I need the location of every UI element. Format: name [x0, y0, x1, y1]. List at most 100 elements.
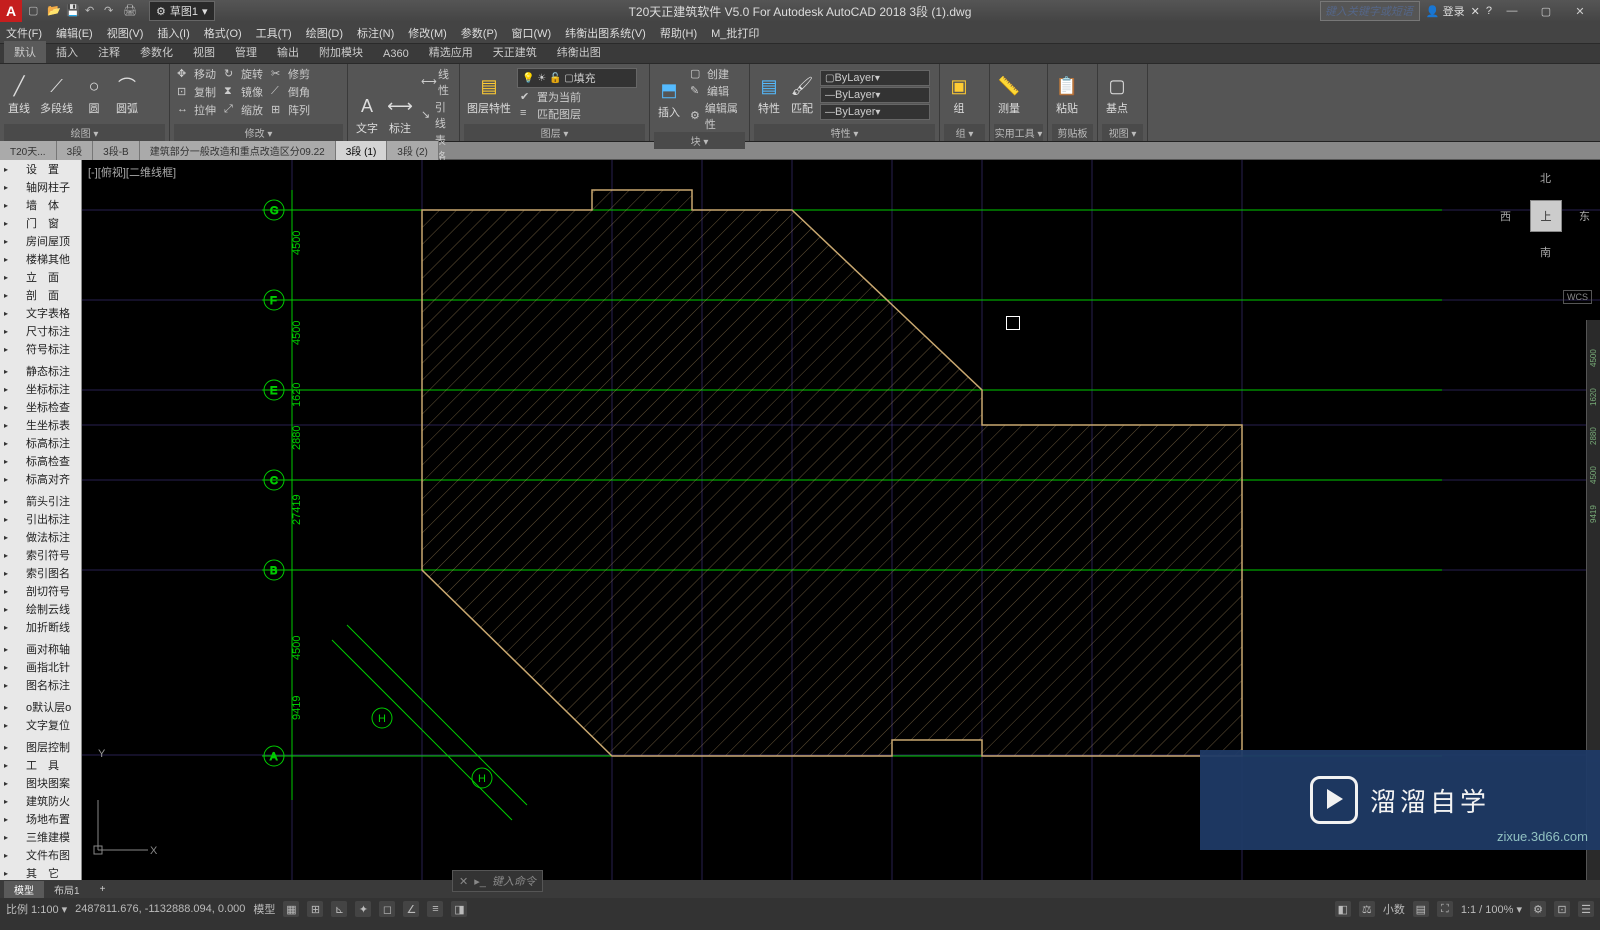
sidebar-item[interactable]: ▸画指北针	[0, 658, 81, 676]
viewcube-s[interactable]: 南	[1540, 244, 1551, 260]
base-button[interactable]: ▢基点	[1102, 72, 1132, 118]
drawing-canvas[interactable]: [-][俯视][二维线框]	[82, 160, 1600, 880]
sidebar-item[interactable]: ▸图块图案	[0, 774, 81, 792]
ann-icon[interactable]: ⚖	[1359, 901, 1375, 917]
ortho-icon[interactable]: ⊾	[331, 901, 347, 917]
sidebar-item[interactable]: ▸标高检查	[0, 452, 81, 470]
sidebar-item[interactable]: ▸o默认层o	[0, 698, 81, 716]
viewcube-n[interactable]: 北	[1540, 170, 1551, 186]
sidebar-item[interactable]: ▸静态标注	[0, 362, 81, 380]
sidebar-item[interactable]: ▸房间屋顶	[0, 232, 81, 250]
help-icon[interactable]: ?	[1486, 5, 1492, 17]
sidebar-item[interactable]: ▸箭头引注	[0, 492, 81, 510]
color-combo[interactable]: ▢ ByLayer ▾	[820, 70, 930, 86]
modify-button[interactable]: ⊞阵列	[268, 102, 313, 118]
custom-icon[interactable]: ☰	[1578, 901, 1594, 917]
sidebar-item[interactable]: ▸工 具	[0, 756, 81, 774]
sidebar-item[interactable]: ▸楼梯其他	[0, 250, 81, 268]
command-line[interactable]: ✕ ▸_ 键入命令	[452, 870, 543, 892]
paste-button[interactable]: 📋粘贴	[1052, 72, 1082, 118]
workspace-combo[interactable]: ⚙ 草图1 ▾	[149, 1, 215, 21]
open-icon[interactable]: 📂	[47, 4, 61, 18]
panel-label-draw[interactable]: 绘图 ▾	[4, 124, 165, 141]
menu-item[interactable]: 视图(V)	[107, 25, 144, 41]
sidebar-item[interactable]: ▸引出标注	[0, 510, 81, 528]
sidebar-item[interactable]: ▸索引符号	[0, 546, 81, 564]
ribbon-tab[interactable]: 管理	[225, 41, 267, 63]
sidebar-item[interactable]: ▸绘制云线	[0, 600, 81, 618]
menu-item[interactable]: 文件(F)	[6, 25, 42, 41]
ribbon-tab[interactable]: 插入	[46, 41, 88, 63]
draw-button[interactable]: ○圆	[79, 72, 109, 118]
search-input[interactable]: 键入关键字或短语	[1320, 1, 1420, 21]
sidebar-item[interactable]: ▸文件布图	[0, 846, 81, 864]
lt-combo[interactable]: — ByLayer ▾	[820, 104, 930, 120]
ribbon-tab[interactable]: 注释	[88, 41, 130, 63]
sidebar-item[interactable]: ▸加折断线	[0, 618, 81, 636]
menu-item[interactable]: 标注(N)	[357, 25, 394, 41]
modify-button[interactable]: ✥移动	[174, 66, 219, 82]
menu-item[interactable]: 插入(I)	[157, 25, 189, 41]
draw-button[interactable]: ⌒圆弧	[112, 72, 142, 118]
sidebar-item[interactable]: ▸标高对齐	[0, 470, 81, 488]
ribbon-tab[interactable]: 默认	[4, 41, 46, 63]
panel-label-util[interactable]: 实用工具 ▾	[994, 124, 1043, 141]
insert-button[interactable]: ⬒插入	[654, 76, 684, 122]
edit-attr-button[interactable]: ⚙编辑属性	[687, 100, 745, 132]
login-button[interactable]: 👤 登录	[1426, 3, 1465, 19]
iso-icon[interactable]: ◧	[1335, 901, 1351, 917]
sidebar-item[interactable]: ▸做法标注	[0, 528, 81, 546]
sidebar-item[interactable]: ▸尺寸标注	[0, 322, 81, 340]
doc-tab[interactable]: 3段-B	[93, 141, 140, 160]
sidebar-item[interactable]: ▸轴网柱子	[0, 178, 81, 196]
gear-icon[interactable]: ⚙	[1530, 901, 1546, 917]
menu-item[interactable]: 帮助(H)	[660, 25, 697, 41]
sidebar-item[interactable]: ▸场地布置	[0, 810, 81, 828]
menu-item[interactable]: 窗口(W)	[511, 25, 551, 41]
exchange-icon[interactable]: ✕	[1471, 5, 1480, 18]
panel-label-modify[interactable]: 修改 ▾	[174, 124, 343, 141]
polar-icon[interactable]: ✦	[355, 901, 371, 917]
osnap-icon[interactable]: ◻	[379, 901, 395, 917]
menu-item[interactable]: 修改(M)	[408, 25, 447, 41]
units-label[interactable]: 小数	[1383, 901, 1405, 917]
sidebar-item[interactable]: ▸立 面	[0, 268, 81, 286]
sidebar-item[interactable]: ▸符号标注	[0, 340, 81, 358]
viewcube-e[interactable]: 东	[1579, 208, 1590, 224]
measure-button[interactable]: 📏测量	[994, 72, 1024, 118]
doc-tab[interactable]: T20天...	[0, 141, 57, 160]
viewcube[interactable]: 上 北 南 东 西	[1500, 170, 1590, 260]
draw-button[interactable]: ╱直线	[4, 72, 34, 118]
doc-tab[interactable]: 3段 (2)	[387, 141, 439, 160]
group-button[interactable]: ▣组	[944, 72, 974, 118]
snap-icon[interactable]: ⊞	[307, 901, 323, 917]
max-icon[interactable]: ⛶	[1437, 901, 1453, 917]
sidebar-item[interactable]: ▸索引图名	[0, 564, 81, 582]
prop-button[interactable]: ▤特性	[754, 72, 784, 118]
modify-button[interactable]: ⧗镜像	[221, 84, 266, 100]
zoom-combo[interactable]: 1:1 / 100% ▾	[1461, 903, 1522, 916]
match-layer-button[interactable]: ≡匹配图层	[517, 106, 637, 122]
modify-button[interactable]: ⟋倒角	[268, 84, 313, 100]
menu-item[interactable]: 工具(T)	[256, 25, 292, 41]
sidebar-item[interactable]: ▸文字表格	[0, 304, 81, 322]
sidebar-item[interactable]: ▸建筑防火	[0, 792, 81, 810]
ribbon-tab[interactable]: A360	[373, 45, 419, 63]
menu-item[interactable]: 编辑(E)	[56, 25, 93, 41]
wcs-label[interactable]: WCS	[1563, 290, 1592, 304]
modify-button[interactable]: ⊡复制	[174, 84, 219, 100]
text-button[interactable]: A文字	[352, 92, 382, 138]
sidebar-item[interactable]: ▸画对称轴	[0, 640, 81, 658]
panel-label-layer[interactable]: 图层 ▾	[464, 124, 645, 141]
modify-button[interactable]: ⤢缩放	[221, 102, 266, 118]
layout-tab[interactable]: 布局1	[44, 881, 90, 898]
sidebar-item[interactable]: ▸门 窗	[0, 214, 81, 232]
sidebar-item[interactable]: ▸文字复位	[0, 716, 81, 734]
grid-icon[interactable]: ▦	[283, 901, 299, 917]
draw-button[interactable]: ⟋多段线	[37, 72, 76, 118]
modify-button[interactable]: ✂修剪	[268, 66, 313, 82]
close-button[interactable]: ✕	[1566, 1, 1594, 21]
sidebar-item[interactable]: ▸图名标注	[0, 676, 81, 694]
ribbon-tab[interactable]: 输出	[267, 41, 309, 63]
dim-button[interactable]: ⟷标注	[385, 92, 415, 138]
